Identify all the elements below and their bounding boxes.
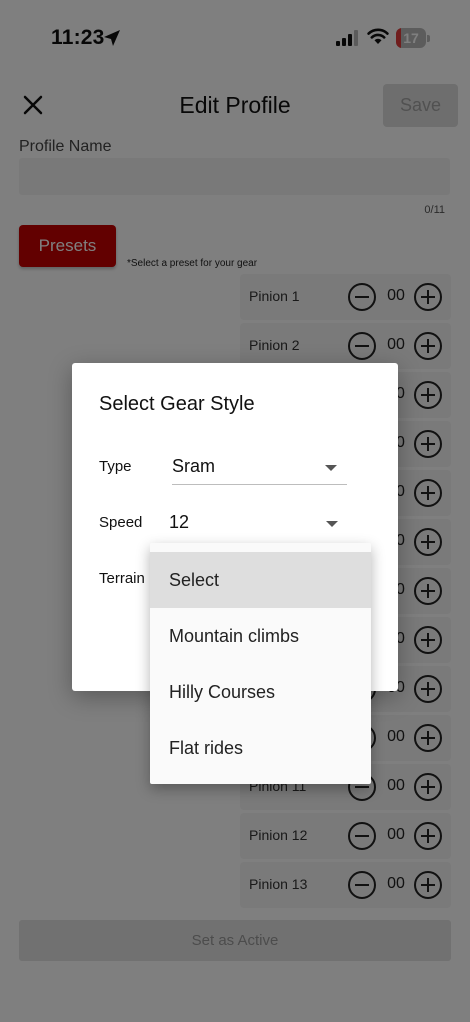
- type-select-value: Sram: [172, 456, 216, 476]
- dialog-title: Select Gear Style: [99, 393, 255, 415]
- speed-select-value: 12: [169, 512, 190, 532]
- chevron-down-icon: [326, 521, 338, 527]
- speed-select[interactable]: 12: [169, 507, 344, 541]
- type-select[interactable]: Sram: [172, 451, 347, 485]
- chevron-down-icon: [325, 465, 337, 471]
- terrain-option[interactable]: Select: [150, 552, 371, 608]
- terrain-dropdown-menu: Select Mountain climbs Hilly Courses Flat r…: [150, 543, 371, 784]
- type-label: Type: [99, 458, 132, 475]
- terrain-label: Terrain: [99, 570, 145, 587]
- terrain-option[interactable]: Flat rides: [150, 720, 371, 776]
- speed-label: Speed: [99, 514, 143, 531]
- terrain-option[interactable]: Hilly Courses: [150, 664, 371, 720]
- terrain-option[interactable]: Mountain climbs: [150, 608, 371, 664]
